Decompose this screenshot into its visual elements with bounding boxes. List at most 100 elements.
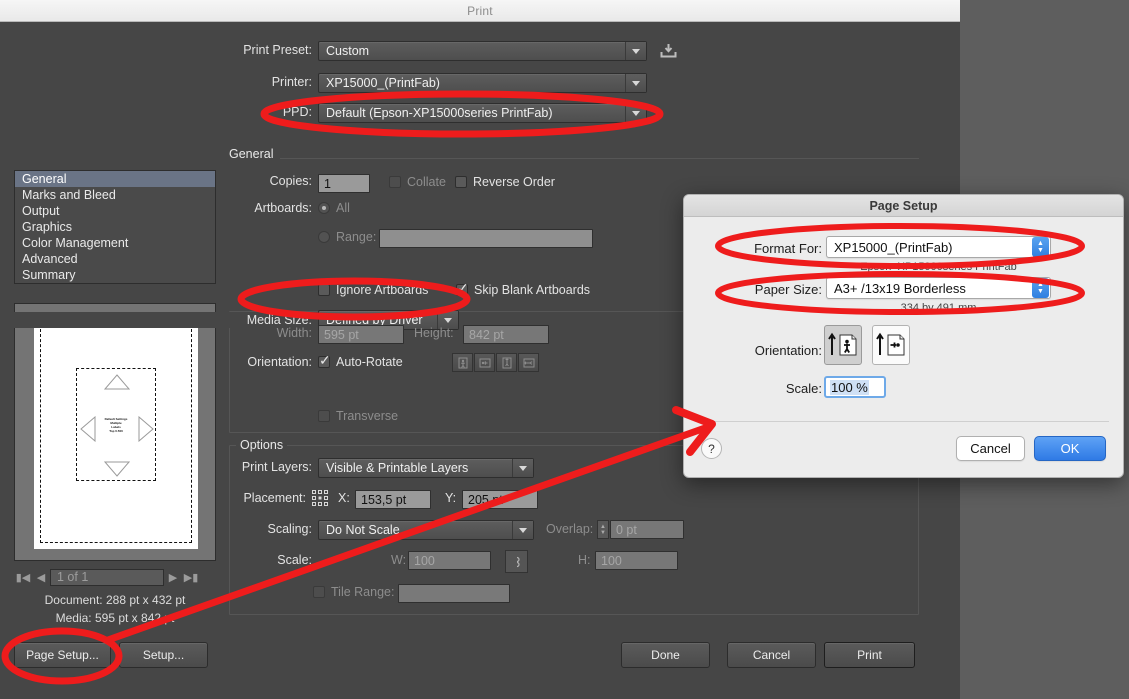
artboards-all-radio[interactable] [318, 202, 330, 214]
orientation-landscape-icon[interactable] [474, 353, 495, 372]
sidebar-item-color-management[interactable]: Color Management [15, 235, 215, 251]
transverse-row[interactable]: Transverse [318, 409, 398, 423]
placement-y-label: Y: [445, 491, 456, 505]
height-input[interactable]: 842 pt [463, 325, 549, 344]
artboards-range-radio-row[interactable]: Range: [318, 230, 376, 244]
previous-page-icon[interactable]: ◀ [32, 571, 50, 584]
help-button[interactable]: ? [701, 438, 722, 459]
placement-anchor-icon[interactable] [310, 488, 330, 513]
collate-label: Collate [407, 175, 446, 189]
media-size-info-label: Media: [56, 611, 92, 625]
landscape-orientation-icon[interactable] [872, 325, 910, 365]
page-setup-cancel-button[interactable]: Cancel [956, 436, 1025, 461]
auto-rotate-checkbox[interactable] [318, 356, 330, 368]
page-number-field[interactable]: 1 of 1 [50, 569, 164, 586]
format-for-value: XP15000_(PrintFab) [827, 240, 1032, 255]
tile-range-label: Tile Range: [331, 585, 394, 599]
overlap-input[interactable]: 0 pt [610, 520, 684, 539]
ppd-dropdown[interactable]: Default (Epson-XP15000series PrintFab) [318, 103, 647, 123]
orientation-buttons[interactable] [452, 353, 540, 372]
orientation-landscape-flipped-icon[interactable] [518, 353, 539, 372]
scale-label-wrap: Scale: [0, 553, 312, 567]
placement-x-input[interactable]: 153,5 pt [355, 490, 431, 509]
preview-navigation: ▮◀ ◀ 1 of 1 ▶ ▶▮ [14, 567, 216, 587]
link-scale-icon[interactable] [505, 550, 528, 573]
printer-dropdown[interactable]: XP15000_(PrintFab) [318, 73, 647, 93]
sidebar-item-graphics[interactable]: Graphics [15, 219, 215, 235]
reverse-order-checkbox-row[interactable]: Reverse Order [455, 175, 555, 189]
orientation-portrait-flipped-icon[interactable] [496, 353, 517, 372]
collate-checkbox[interactable] [389, 176, 401, 188]
page-setup-orientation-buttons[interactable] [824, 325, 910, 365]
skip-blank-artboards-row[interactable]: Skip Blank Artboards [456, 283, 590, 297]
ignore-artboards-checkbox[interactable] [318, 284, 330, 296]
media-size-label: Media Size: [247, 313, 312, 327]
options-group-label: Options [236, 438, 287, 452]
print-layers-value: Visible & Printable Layers [319, 461, 512, 475]
artboards-label-wrap: Artboards: [0, 201, 312, 215]
placement-x-label: X: [338, 491, 350, 505]
scaling-dropdown[interactable]: Do Not Scale [318, 520, 534, 540]
width-label-wrap: Width: [0, 326, 312, 340]
scale-w-label-wrap: W: [391, 553, 406, 567]
sidebar-item-summary[interactable]: Summary [15, 267, 215, 283]
x-label-wrap: X: [338, 491, 350, 505]
scale-h-input[interactable]: 100 [595, 551, 678, 570]
overlap-stepper[interactable]: ▲ ▼ [597, 520, 609, 539]
stepper-up-down-icon[interactable]: ▲▼ [1032, 237, 1049, 257]
format-for-popup[interactable]: XP15000_(PrintFab) ▲▼ [826, 236, 1051, 258]
artboards-range-input[interactable] [379, 229, 593, 248]
page-setup-scale-input[interactable]: 100 % [824, 376, 886, 398]
reverse-order-checkbox[interactable] [455, 176, 467, 188]
print-preset-dropdown[interactable]: Custom [318, 41, 647, 61]
auto-rotate-row[interactable]: Auto-Rotate [318, 355, 403, 369]
stepper-up-down-icon[interactable]: ▲▼ [1032, 278, 1049, 298]
chevron-down-icon[interactable] [512, 521, 533, 539]
chevron-down-icon[interactable] [512, 459, 533, 477]
paper-size-label: Paper Size: [704, 282, 822, 297]
print-preset-label-wrap: Print Preset: [0, 43, 312, 57]
paper-size-sublabel: 334 by 491 mm [826, 302, 1051, 314]
print-layers-dropdown[interactable]: Visible & Printable Layers [318, 458, 534, 478]
print-button[interactable]: Print [824, 642, 915, 668]
y-label-wrap: Y: [445, 491, 456, 505]
ignore-artboards-row[interactable]: Ignore Artboards [318, 283, 428, 297]
page-setup-orientation-label: Orientation: [704, 343, 822, 358]
transverse-label: Transverse [336, 409, 398, 423]
placement-label: Placement: [243, 491, 306, 505]
page-setup-button[interactable]: Page Setup... [14, 642, 111, 668]
orientation-portrait-icon[interactable] [452, 353, 473, 372]
collate-checkbox-row[interactable]: Collate [389, 175, 446, 189]
skip-blank-artboards-checkbox[interactable] [456, 284, 468, 296]
width-input[interactable]: 595 pt [318, 325, 404, 344]
page-setup-ok-button[interactable]: OK [1034, 436, 1106, 461]
paper-size-popup[interactable]: A3+ /13x19 Borderless ▲▼ [826, 277, 1051, 299]
reverse-order-label: Reverse Order [473, 175, 555, 189]
tile-range-checkbox[interactable] [313, 586, 325, 598]
tile-range-input[interactable] [398, 584, 510, 603]
copies-input[interactable]: 1 [318, 174, 370, 193]
tile-range-row[interactable]: Tile Range: [313, 585, 394, 599]
artboards-range-radio[interactable] [318, 231, 330, 243]
sidebar-item-advanced[interactable]: Advanced [15, 251, 215, 267]
next-page-icon[interactable]: ▶ [164, 571, 182, 584]
last-page-icon[interactable]: ▶▮ [182, 571, 200, 584]
scale-w-input[interactable]: 100 [408, 551, 491, 570]
skip-blank-artboards-label: Skip Blank Artboards [474, 283, 590, 297]
portrait-orientation-icon[interactable] [824, 325, 862, 365]
chevron-down-icon[interactable] [625, 74, 646, 92]
placement-y-input[interactable]: 205 pt [462, 490, 538, 509]
done-button[interactable]: Done [621, 642, 710, 668]
print-layers-label-wrap: Print Layers: [0, 460, 312, 474]
chevron-down-icon[interactable] [625, 104, 646, 122]
ppd-label: PPD: [283, 105, 312, 119]
setup-button[interactable]: Setup... [119, 642, 208, 668]
preview-arrow-right-icon [137, 416, 155, 442]
chevron-down-icon[interactable] [625, 42, 646, 60]
transverse-checkbox[interactable] [318, 410, 330, 422]
cancel-button[interactable]: Cancel [727, 642, 816, 668]
save-preset-icon[interactable] [659, 42, 678, 60]
first-page-icon[interactable]: ▮◀ [14, 571, 32, 584]
artboards-all-radio-row[interactable]: All [318, 201, 350, 215]
scale-label: Scale: [277, 553, 312, 567]
